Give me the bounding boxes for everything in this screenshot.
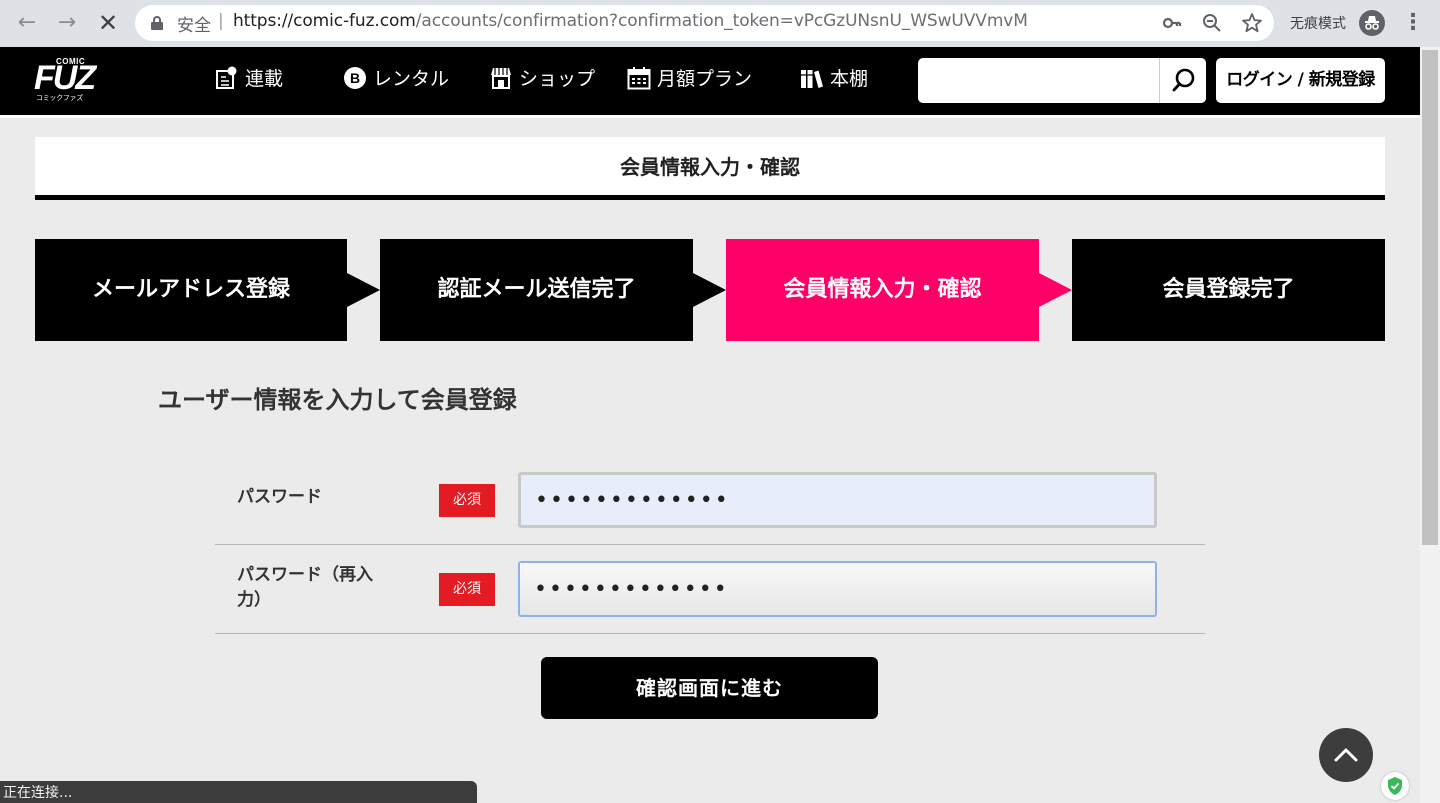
nav-serial-label: 連載 bbox=[245, 68, 284, 90]
password-field[interactable] bbox=[518, 472, 1157, 528]
address-separator: | bbox=[218, 11, 224, 31]
required-badge: 必須 bbox=[439, 573, 495, 606]
serial-icon bbox=[215, 66, 239, 90]
back-arrow-icon[interactable]: ← bbox=[11, 8, 43, 38]
site-logo[interactable]: COMIC FUZ コミックファズ bbox=[34, 57, 96, 103]
security-shield-icon[interactable] bbox=[1381, 772, 1409, 800]
logo-fuz-text: FUZ bbox=[34, 59, 96, 97]
search-button[interactable] bbox=[1159, 58, 1206, 103]
calendar-icon bbox=[627, 66, 651, 90]
url-text[interactable]: https://comic-fuz.com/accounts/confirmat… bbox=[233, 11, 1028, 31]
url-host: https://comic-fuz.com bbox=[233, 11, 416, 31]
step-auth-mail-sent: 認証メール送信完了 bbox=[380, 239, 693, 341]
search-input[interactable] bbox=[918, 58, 1158, 103]
proceed-to-confirm-button[interactable]: 確認画面に進む bbox=[541, 657, 878, 719]
key-icon[interactable] bbox=[1161, 12, 1183, 34]
header-divider bbox=[0, 115, 1420, 118]
password-confirm-label: パスワード（再入力） bbox=[237, 565, 373, 610]
step-arrow-icon bbox=[347, 273, 380, 307]
stop-loading-icon[interactable]: ✕ bbox=[92, 8, 124, 38]
scroll-to-top-button[interactable] bbox=[1319, 728, 1373, 782]
secure-label: 安全 bbox=[177, 16, 211, 36]
step-member-info-current: 会員情報入力・確認 bbox=[726, 239, 1039, 341]
incognito-icon[interactable] bbox=[1359, 10, 1385, 36]
browser-toolbar: ← → ✕ 安全 | https://comic-fuz.com/account… bbox=[0, 0, 1440, 47]
password-confirm-row: パスワード（再入力） 必須 bbox=[215, 545, 1205, 634]
logo-kana-text: コミックファズ bbox=[36, 94, 83, 102]
nav-bookshelf-label: 本棚 bbox=[830, 68, 869, 90]
site-header: COMIC FUZ コミックファズ 連載 B レンタル ショップ 月額プラン 本… bbox=[0, 47, 1420, 115]
page-title-box: 会員情報入力・確認 bbox=[35, 137, 1385, 200]
status-bubble: 正在连接... bbox=[0, 781, 477, 803]
search-icon bbox=[1172, 68, 1195, 92]
nav-rental[interactable]: B レンタル bbox=[343, 61, 449, 97]
shop-icon bbox=[489, 66, 513, 90]
nav-monthly-plan[interactable]: 月額プラン bbox=[627, 61, 752, 97]
rental-icon: B bbox=[343, 66, 367, 90]
incognito-label: 无痕模式 bbox=[1290, 16, 1346, 32]
nav-serial[interactable]: 連載 bbox=[215, 61, 283, 97]
svg-text:B: B bbox=[350, 70, 360, 86]
login-register-button[interactable]: ログイン / 新規登録 bbox=[1216, 58, 1385, 103]
page-title: 会員情報入力・確認 bbox=[620, 155, 800, 179]
step-arrow-icon bbox=[1039, 273, 1072, 307]
forward-arrow-icon[interactable]: → bbox=[51, 8, 83, 38]
bookmark-star-icon[interactable] bbox=[1241, 12, 1263, 34]
url-path: /accounts/confirmation?confirmation_toke… bbox=[415, 11, 1028, 31]
step-registration-complete: 会員登録完了 bbox=[1072, 239, 1385, 341]
password-confirm-field[interactable] bbox=[518, 561, 1157, 617]
password-label: パスワード bbox=[237, 487, 322, 507]
step-arrow-icon bbox=[693, 273, 726, 307]
form-heading: ユーザー情報を入力して会員登録 bbox=[158, 386, 517, 414]
required-badge: 必須 bbox=[439, 484, 495, 517]
nav-shop-label: ショップ bbox=[519, 68, 596, 90]
bookshelf-icon bbox=[800, 66, 824, 90]
nav-shop[interactable]: ショップ bbox=[489, 61, 595, 97]
lock-icon bbox=[151, 16, 163, 30]
address-bar[interactable]: 安全 | https://comic-fuz.com/accounts/conf… bbox=[135, 5, 1274, 41]
browser-menu-icon[interactable]: ⋮ bbox=[1402, 9, 1424, 37]
step-email-registration: メールアドレス登録 bbox=[35, 239, 347, 341]
nav-monthly-plan-label: 月額プラン bbox=[657, 68, 753, 90]
search-box bbox=[918, 58, 1206, 103]
scrollbar-thumb[interactable] bbox=[1422, 50, 1438, 545]
zoom-icon[interactable] bbox=[1201, 12, 1223, 34]
password-row: パスワード 必須 bbox=[215, 456, 1205, 545]
nav-bookshelf[interactable]: 本棚 bbox=[800, 61, 868, 97]
nav-rental-label: レンタル bbox=[373, 68, 450, 90]
chevron-up-icon bbox=[1334, 748, 1358, 762]
